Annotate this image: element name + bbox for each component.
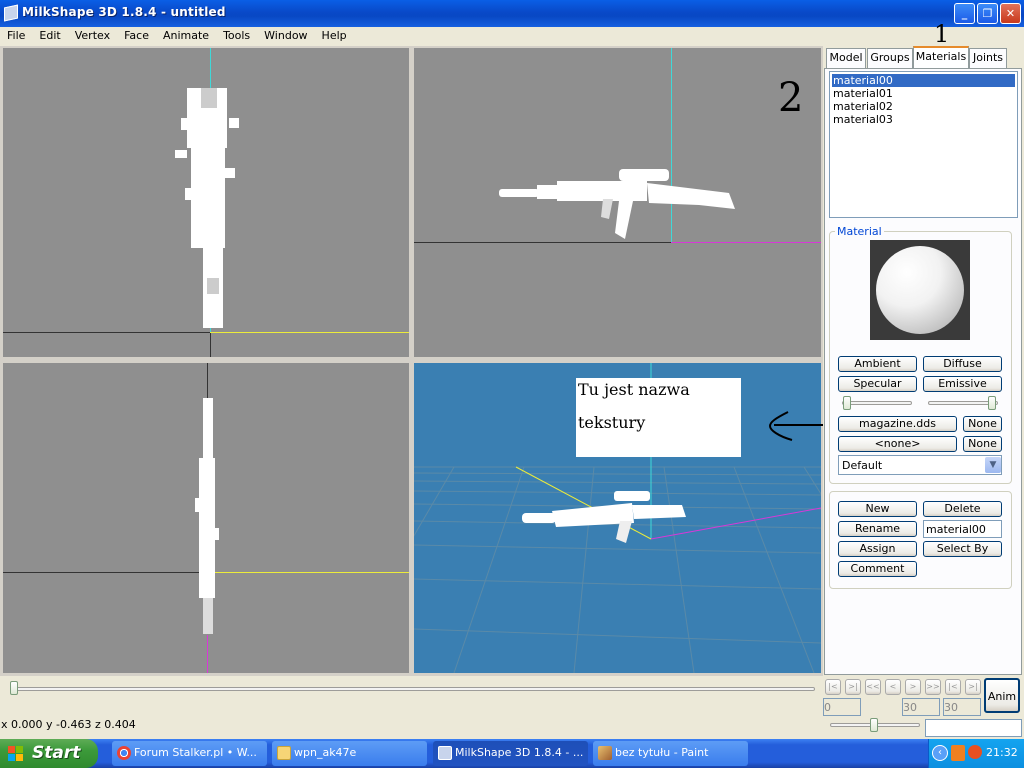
menu-face[interactable]: Face [117,27,156,46]
annotation-line-1: Tu jest nazwa [578,380,690,399]
title-bar[interactable]: MilkShape 3D 1.8.4 - untitled _ ❐ ✕ [0,0,1024,27]
anim-button[interactable]: Anim [984,678,1020,713]
maximize-icon[interactable]: ❐ [977,3,998,24]
timeline-slider[interactable] [10,687,815,691]
model-front-view [175,88,239,328]
app-icon[interactable] [4,4,18,22]
rename-button[interactable]: Rename [838,521,917,537]
select-by-button[interactable]: Select By [923,541,1002,557]
windows-logo-icon [8,746,24,762]
viewport-top[interactable] [3,363,409,673]
last-frame-button[interactable]: >| [965,679,981,695]
menu-edit[interactable]: Edit [32,27,67,46]
list-item[interactable]: material03 [833,113,893,126]
window-title: MilkShape 3D 1.8.4 - untitled [22,5,226,19]
annotation-note: Tu jest nazwa tekstury [576,378,741,457]
speed-slider-thumb[interactable] [870,718,878,732]
next-key-button[interactable]: |< [945,679,961,695]
emissive-button[interactable]: Emissive [923,376,1002,392]
specular-button[interactable]: Specular [838,376,917,392]
model-top-view [195,398,219,634]
assign-button[interactable]: Assign [838,541,917,557]
list-item-selected[interactable]: material00 [832,74,1015,87]
status-coordinates: x 0.000 y -0.463 z 0.404 [1,718,136,731]
taskbar-item-milkshape[interactable]: MilkShape 3D 1.8.4 - ... [433,741,588,766]
annotation-line-2: tekstury [578,413,646,432]
alpha-texture-button[interactable]: <none> [838,436,957,452]
prev-frame-button[interactable]: < [885,679,901,695]
prev-key-button[interactable]: >| [845,679,861,695]
new-button[interactable]: New [838,501,917,517]
frame-input[interactable] [925,719,1022,737]
chrome-icon [117,746,131,760]
material-name-field[interactable] [923,520,1002,538]
close-icon[interactable]: ✕ [1000,3,1021,24]
milkshape-icon [438,746,452,760]
taskbar-item-label: MilkShape 3D 1.8.4 - ... [455,746,584,759]
tray-network-icon[interactable] [968,745,982,759]
materials-listbox[interactable]: material00 material01 material02 materia… [829,71,1018,218]
mode-select[interactable]: Default ▼ [838,455,1002,475]
menu-vertex[interactable]: Vertex [68,27,117,46]
alpha-texture-none-button[interactable]: None [963,436,1002,452]
taskbar-item-label: wpn_ak47e [294,746,357,759]
annotation-mark-2: 2 [778,75,804,121]
taskbar-item-label: Forum Stalker.pl • W... [134,746,257,759]
viewport-front[interactable] [3,48,409,357]
next-frame-button[interactable]: > [905,679,921,695]
start-label: Start [32,743,81,763]
comment-button[interactable]: Comment [838,561,917,577]
tab-materials[interactable]: Materials [913,46,969,69]
menu-help[interactable]: Help [315,27,354,46]
shininess-slider[interactable] [842,401,912,405]
folder-icon [277,746,291,760]
rewind-button[interactable]: << [865,679,881,695]
taskbar-item-label: bez tytułu - Paint [615,746,709,759]
current-frame-field[interactable] [823,698,861,716]
list-item[interactable]: material01 [833,87,893,100]
minimize-icon[interactable]: _ [954,3,975,24]
tab-groups[interactable]: Groups [867,48,913,68]
tray-arrow-icon[interactable]: ‹ [932,745,948,761]
timeline-slider-thumb[interactable] [10,681,18,695]
model-side-view [499,169,735,239]
delete-button[interactable]: Delete [923,501,1002,517]
diffuse-button[interactable]: Diffuse [923,356,1002,372]
shininess-slider-thumb[interactable] [843,396,851,410]
start-frame-field[interactable] [902,698,940,716]
tab-joints[interactable]: Joints [969,48,1007,68]
first-frame-button[interactable]: |< [825,679,841,695]
taskbar-item-paint[interactable]: bez tytułu - Paint [593,741,748,766]
taskbar-item-folder[interactable]: wpn_ak47e [272,741,427,766]
ambient-button[interactable]: Ambient [838,356,917,372]
paint-icon [598,746,612,760]
material-preview [870,240,970,340]
end-frame-field[interactable] [943,698,981,716]
start-button[interactable]: Start [0,739,98,768]
annotation-mark-1: 1 [934,20,950,48]
mode-select-value: Default [842,459,883,472]
playback-controls: |< >| << < > >> |< >| [823,678,983,696]
taskbar-item-browser[interactable]: Forum Stalker.pl • W... [112,741,267,766]
transparency-slider-thumb[interactable] [988,396,996,410]
clock: 21:32 [986,746,1018,759]
menu-bar: File Edit Vertex Face Animate Tools Wind… [0,27,1024,46]
system-tray: ‹ 21:32 [928,739,1024,768]
viewport-side[interactable] [414,48,821,357]
list-item[interactable]: material02 [833,100,893,113]
forward-button[interactable]: >> [925,679,941,695]
menu-window[interactable]: Window [257,27,314,46]
texture-button[interactable]: magazine.dds [838,416,957,432]
model-3d-view [522,491,686,543]
material-group-label: Material [835,225,884,238]
menu-tools[interactable]: Tools [216,27,257,46]
tray-media-icon[interactable] [951,745,965,761]
dropdown-arrow-icon[interactable]: ▼ [985,457,1001,473]
menu-file[interactable]: File [0,27,32,46]
tab-model[interactable]: Model [826,48,866,68]
texture-none-button[interactable]: None [963,416,1002,432]
menu-animate[interactable]: Animate [156,27,216,46]
